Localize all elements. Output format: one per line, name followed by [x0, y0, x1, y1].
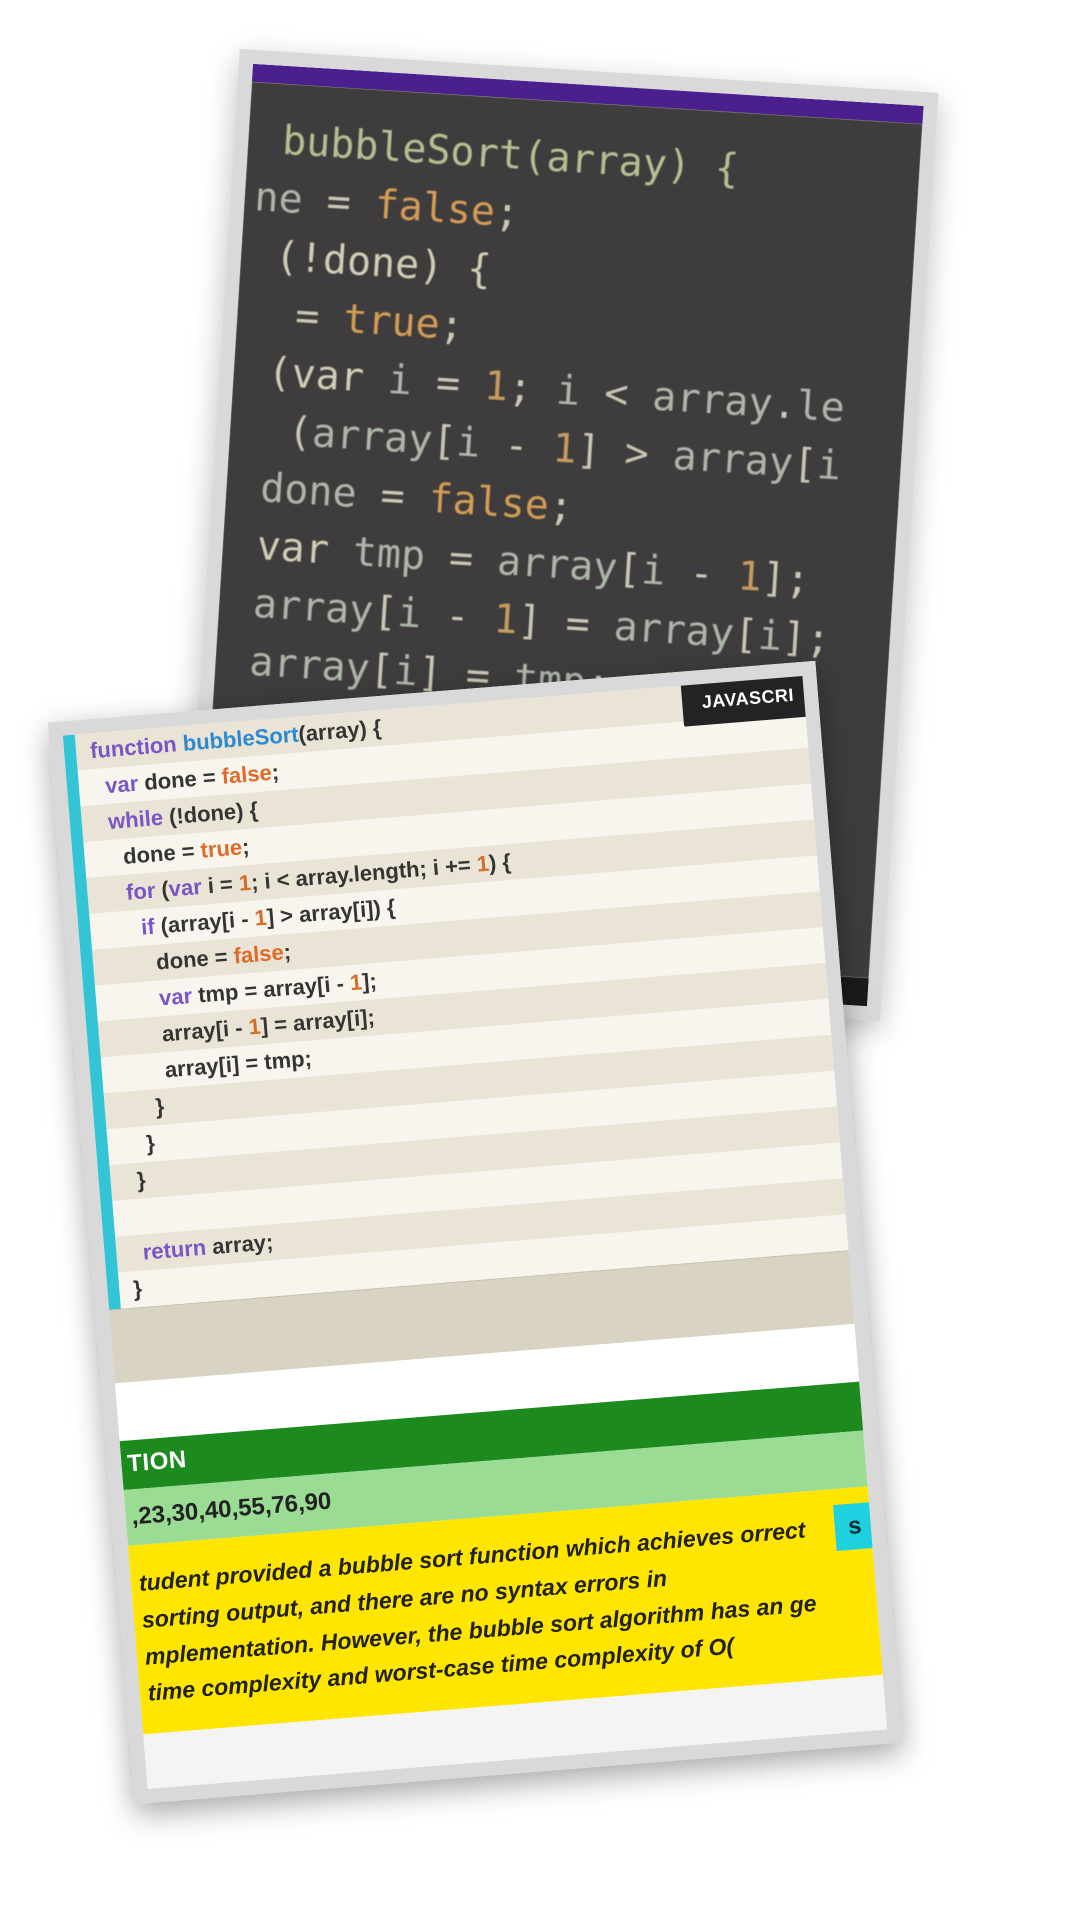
code-text: array: [224, 637, 371, 692]
light-editor-card: JAVASCRI function bubbleSort(array) { va…: [48, 661, 903, 1804]
code-text: var: [231, 522, 330, 574]
code-block: JAVASCRI function bubbleSort(array) { va…: [63, 676, 849, 1310]
code-text: array: [228, 579, 375, 634]
feedback-text: tudent provided a bubble sort function w…: [138, 1517, 817, 1707]
code-text: (: [239, 406, 314, 456]
code-text: (: [242, 348, 293, 397]
code-text: (!done) {: [250, 232, 493, 293]
feedback-side-tag[interactable]: s: [833, 1502, 877, 1551]
code-text: ne: [253, 174, 304, 223]
code-text: =: [246, 290, 321, 340]
code-text: done: [235, 464, 358, 517]
